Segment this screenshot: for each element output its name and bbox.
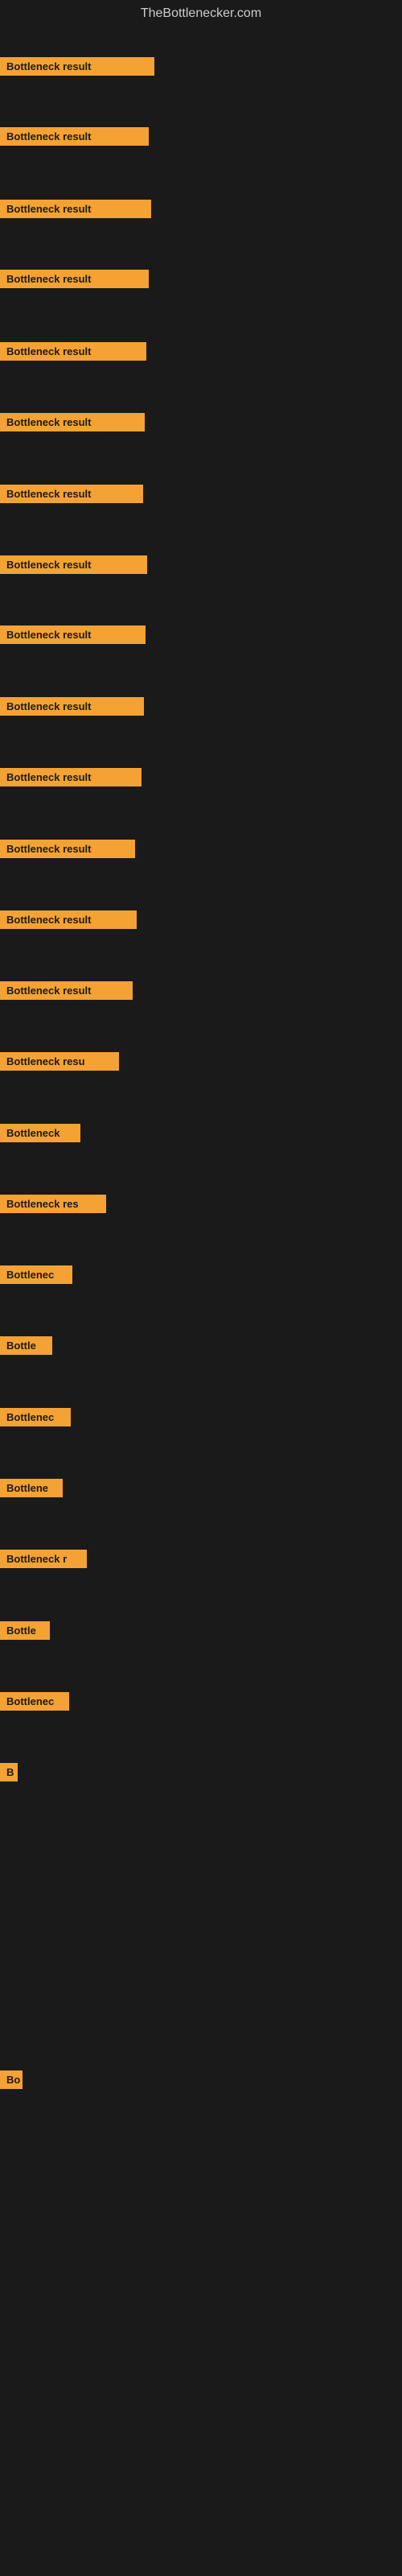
bottleneck-badge[interactable]: Bottleneck result [0,768,142,786]
bottleneck-result-item: Bottleneck result [0,57,154,80]
bottleneck-result-item: Bottleneck result [0,127,149,150]
bottleneck-badge[interactable]: Bottleneck res [0,1195,106,1213]
bottleneck-result-item: Bottlenec [0,1408,71,1430]
bottleneck-result-item: Bottleneck resu [0,1052,119,1075]
bottleneck-result-item: Bottleneck result [0,981,133,1004]
bottleneck-result-item: Bottleneck result [0,910,137,933]
bottleneck-badge[interactable]: Bottleneck resu [0,1052,119,1071]
bottleneck-badge[interactable]: Bottleneck r [0,1550,87,1568]
bottleneck-result-item: Bottleneck [0,1124,80,1146]
bottleneck-badge[interactable]: Bottle [0,1621,50,1640]
bottleneck-result-item: Bottlenec [0,1265,72,1288]
bottleneck-badge[interactable]: Bottleneck result [0,342,146,361]
bottleneck-result-item: Bottle [0,1336,52,1359]
bottleneck-result-item: Bottleneck result [0,413,145,436]
bottleneck-result-item: Bottleneck result [0,342,146,365]
bottleneck-result-item: Bottleneck result [0,625,146,648]
bottleneck-badge[interactable]: Bottleneck result [0,413,145,431]
bottleneck-result-item: Bottlenec [0,1692,69,1715]
bottleneck-result-item: Bottleneck r [0,1550,87,1572]
bottleneck-badge[interactable]: Bottlenec [0,1692,69,1711]
site-title: TheBottlenecker.com [0,0,402,27]
bottleneck-badge[interactable]: Bottleneck result [0,981,133,1000]
bottleneck-badge[interactable]: Bottleneck result [0,200,151,218]
bottleneck-badge[interactable]: Bottleneck result [0,127,149,146]
bottleneck-result-item: Bottleneck result [0,840,135,862]
bottleneck-badge[interactable]: Bottleneck result [0,555,147,574]
bottleneck-badge[interactable]: Bottleneck result [0,697,144,716]
bottleneck-badge[interactable]: Bottleneck result [0,840,135,858]
bottleneck-result-item: B [0,1763,18,1785]
bottleneck-result-item: Bo [0,2070,23,2093]
bottleneck-badge[interactable]: Bottleneck result [0,910,137,929]
bottleneck-badge[interactable]: Bo [0,2070,23,2089]
bottleneck-result-item: Bottleneck result [0,200,151,222]
bottleneck-badge[interactable]: Bottleneck [0,1124,80,1142]
bottleneck-result-item: Bottleneck result [0,555,147,578]
bottleneck-badge[interactable]: Bottleneck result [0,57,154,76]
bottleneck-result-item: Bottlene [0,1479,63,1501]
bottleneck-result-item: Bottleneck res [0,1195,106,1217]
bottleneck-badge[interactable]: Bottlenec [0,1408,71,1426]
bottleneck-result-item: Bottle [0,1621,50,1644]
bottleneck-badge[interactable]: Bottle [0,1336,52,1355]
bottleneck-badge[interactable]: Bottlenec [0,1265,72,1284]
bottleneck-badge[interactable]: Bottleneck result [0,485,143,503]
bottleneck-badge[interactable]: Bottleneck result [0,625,146,644]
bottleneck-result-item: Bottleneck result [0,485,143,507]
bottleneck-result-item: Bottleneck result [0,270,149,292]
bottleneck-badge[interactable]: B [0,1763,18,1781]
bottleneck-result-item: Bottleneck result [0,697,144,720]
bottleneck-badge[interactable]: Bottleneck result [0,270,149,288]
bottleneck-badge[interactable]: Bottlene [0,1479,63,1497]
bottleneck-result-item: Bottleneck result [0,768,142,791]
